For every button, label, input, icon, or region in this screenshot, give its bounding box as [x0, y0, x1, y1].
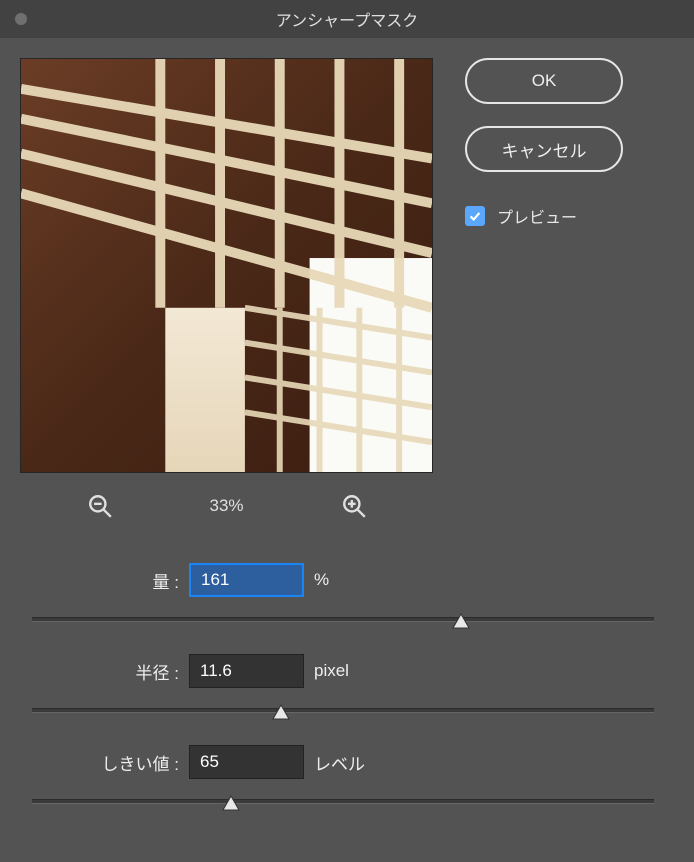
- zoom-out-button[interactable]: [87, 493, 113, 519]
- radius-slider[interactable]: [32, 708, 654, 713]
- amount-input[interactable]: [189, 563, 304, 597]
- radius-group: 半径 : pixel: [24, 654, 662, 713]
- preview-checkbox-label: プレビュー: [497, 204, 577, 228]
- dialog-content: 33% OK キャンセル: [0, 38, 694, 862]
- amount-group: 量 : %: [24, 563, 662, 622]
- ok-button[interactable]: OK: [465, 58, 623, 104]
- title-bar: アンシャープマスク: [0, 0, 694, 38]
- radius-slider-handle[interactable]: [271, 703, 291, 721]
- preview-content-icon: [21, 59, 432, 472]
- zoom-in-button[interactable]: [341, 493, 367, 519]
- slider-handle-icon: [221, 794, 241, 812]
- threshold-slider[interactable]: [32, 799, 654, 804]
- check-icon: [468, 209, 482, 223]
- radius-unit: pixel: [314, 661, 349, 681]
- amount-unit: %: [314, 570, 329, 590]
- threshold-unit: レベル: [314, 750, 365, 775]
- radius-label: 半径 :: [24, 659, 179, 684]
- threshold-label: しきい値 :: [24, 750, 179, 775]
- threshold-input[interactable]: [189, 745, 304, 779]
- preview-image[interactable]: [20, 58, 433, 473]
- slider-handle-icon: [451, 612, 471, 630]
- zoom-out-icon: [87, 493, 113, 519]
- amount-slider[interactable]: [32, 617, 654, 622]
- slider-handle-icon: [271, 703, 291, 721]
- cancel-button[interactable]: キャンセル: [465, 126, 623, 172]
- threshold-slider-handle[interactable]: [221, 794, 241, 812]
- close-button[interactable]: [14, 12, 28, 26]
- zoom-level-text: 33%: [209, 496, 243, 516]
- zoom-in-icon: [341, 493, 367, 519]
- preview-checkbox[interactable]: [465, 206, 485, 226]
- radius-input[interactable]: [189, 654, 304, 688]
- dialog-title: アンシャープマスク: [0, 7, 694, 31]
- amount-slider-handle[interactable]: [451, 612, 471, 630]
- threshold-group: しきい値 : レベル: [24, 745, 662, 804]
- amount-label: 量 :: [24, 568, 179, 593]
